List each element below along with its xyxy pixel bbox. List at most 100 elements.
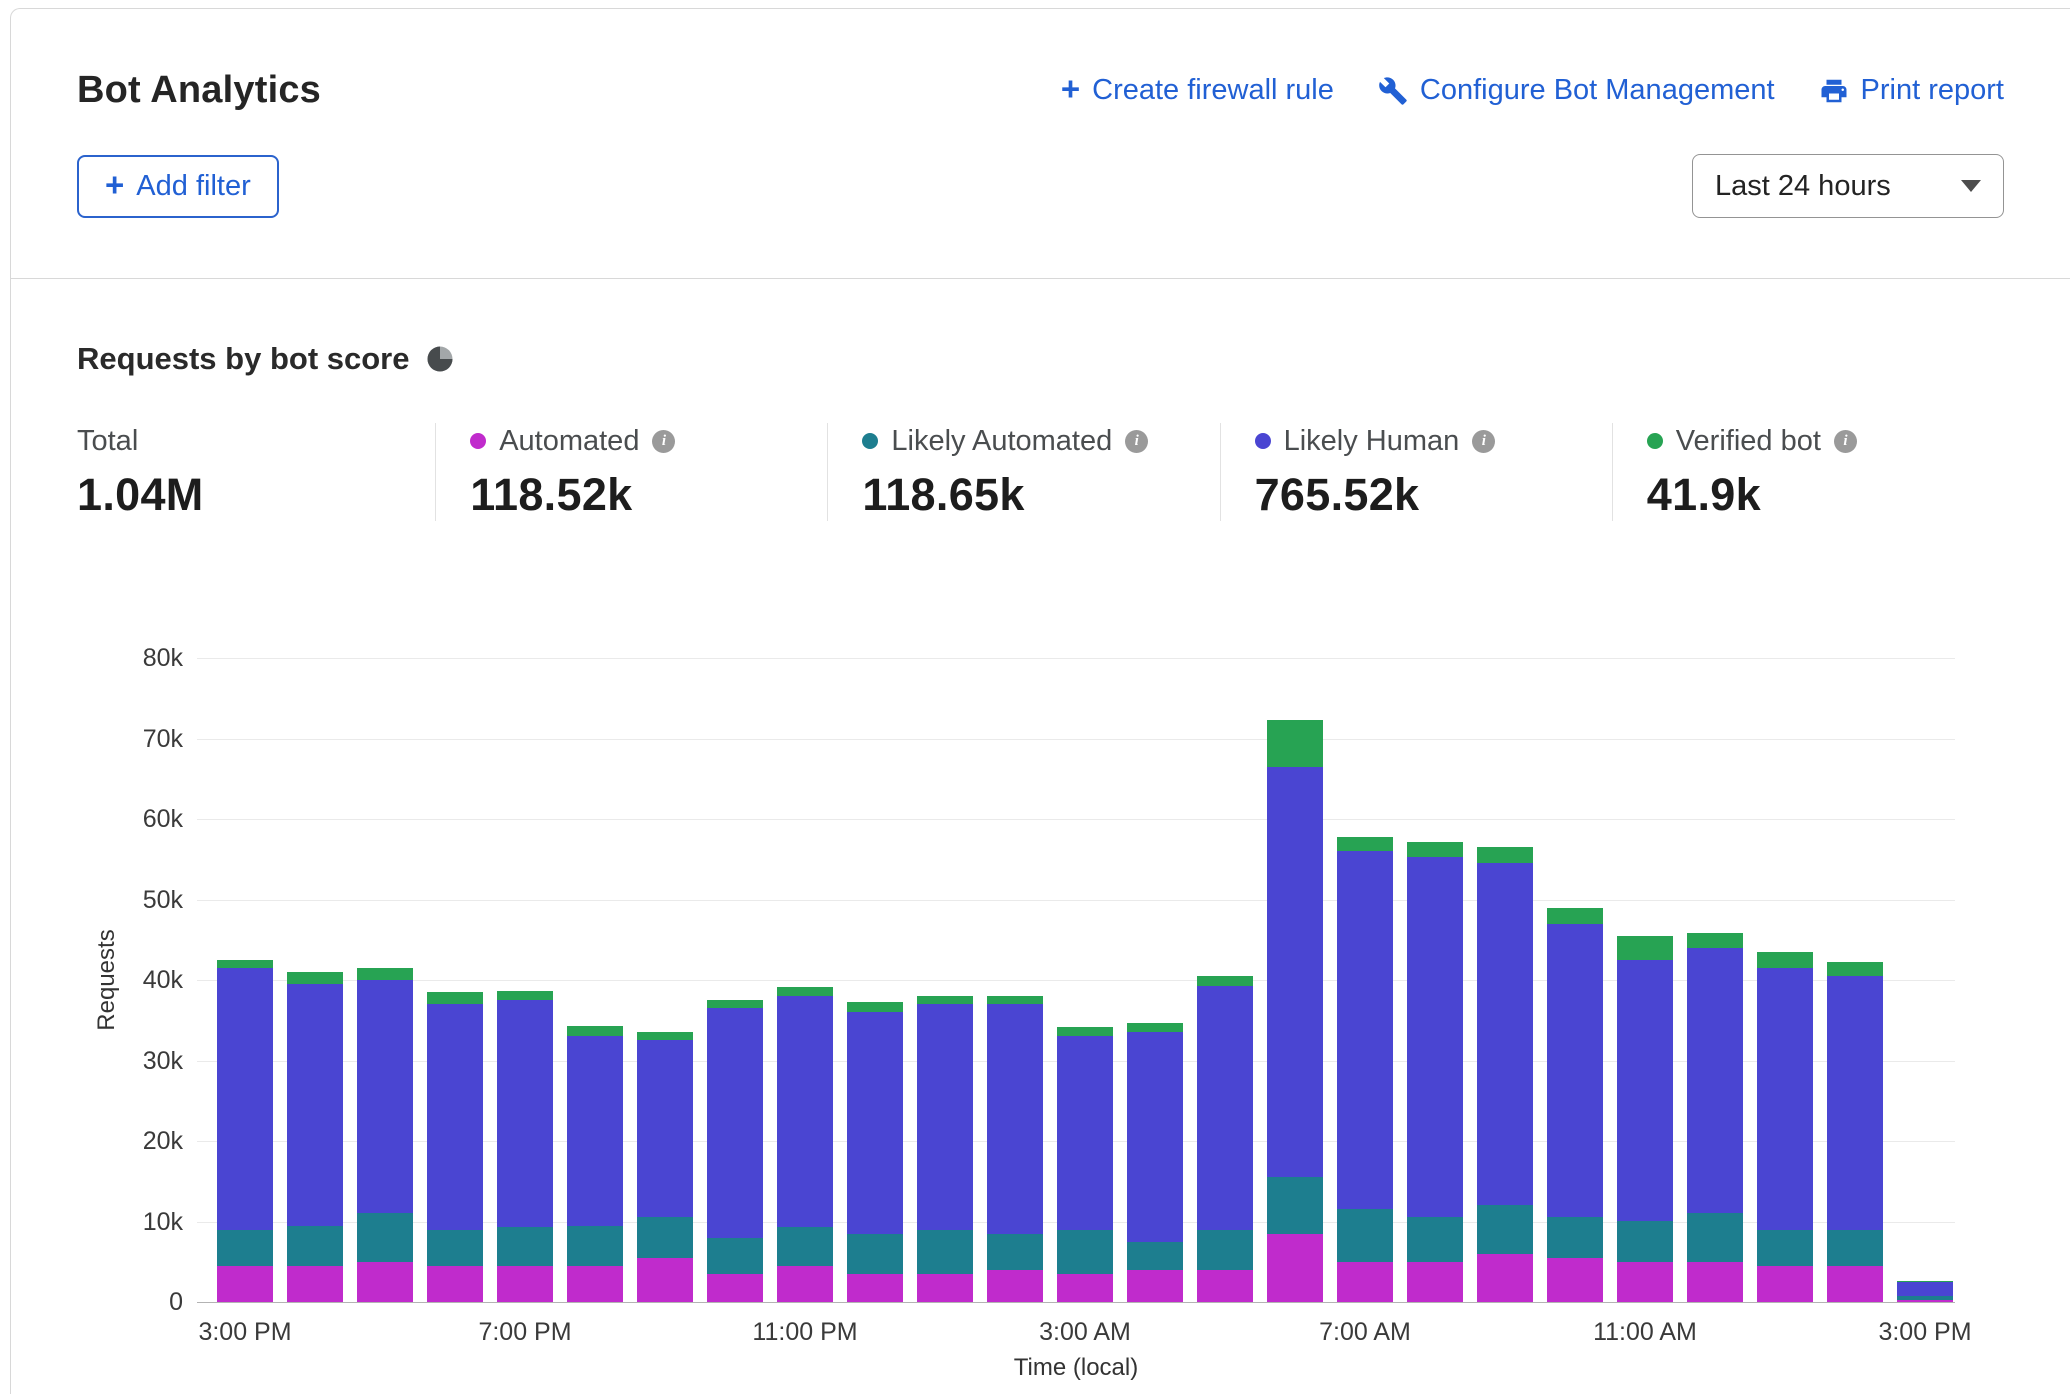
stat-likely-human: Likely Human i 765.52k (1220, 423, 1612, 521)
bar-segment-verified-bot (1827, 962, 1883, 977)
bar-segment-automated (707, 1274, 763, 1302)
bar-segment-likely-automated (707, 1238, 763, 1274)
plus-icon: + (1061, 72, 1080, 105)
header-actions: + Create firewall rule Configure Bot Man… (1061, 74, 2004, 107)
time-range-value: Last 24 hours (1715, 170, 1891, 203)
bar-segment-automated (777, 1266, 833, 1302)
bar-segment-likely-automated (497, 1227, 553, 1266)
bot-analytics-page: Bot Analytics + Create firewall rule Con… (0, 0, 2070, 1394)
bar-16: 7:00 AM (1337, 837, 1393, 1302)
bar-segment-automated (287, 1266, 343, 1302)
bar-segment-verified-bot (287, 972, 343, 984)
bar-segment-verified-bot (1477, 847, 1533, 863)
stat-automated-label: Automated (499, 425, 639, 458)
bar-2 (357, 968, 413, 1302)
header: Bot Analytics + Create firewall rule Con… (11, 9, 2070, 278)
bar-segment-likely-automated (1337, 1209, 1393, 1261)
bar-segment-likely-automated (1197, 1230, 1253, 1270)
bar-segment-automated (357, 1262, 413, 1302)
bar-segment-verified-bot (1617, 936, 1673, 960)
printer-icon (1819, 76, 1849, 106)
bar-segment-automated (567, 1266, 623, 1302)
bar-segment-likely-automated (1477, 1205, 1533, 1253)
x-tick-label: 11:00 AM (1593, 1318, 1697, 1347)
bar-19 (1547, 908, 1603, 1302)
bar-segment-verified-bot (1057, 1027, 1113, 1037)
time-range-select[interactable]: Last 24 hours (1692, 154, 2004, 218)
bar-7 (707, 1000, 763, 1302)
y-tick-label: 10k (11, 1207, 183, 1237)
bar-segment-likely-automated (217, 1230, 273, 1266)
add-filter-button[interactable]: + Add filter (77, 155, 279, 218)
bar-segment-verified-bot (707, 1000, 763, 1008)
x-tick-label: 7:00 PM (478, 1318, 571, 1347)
plus-icon: + (105, 168, 124, 201)
bar-segment-automated (1267, 1234, 1323, 1302)
bar-segment-automated (1827, 1266, 1883, 1302)
y-tick-label: 70k (11, 724, 183, 754)
y-tick-label: 30k (11, 1046, 183, 1076)
stat-likely-human-value: 765.52k (1255, 469, 1592, 521)
bar-segment-likely-automated (1127, 1242, 1183, 1270)
info-icon[interactable]: i (1472, 430, 1495, 453)
bar-6 (637, 1032, 693, 1302)
bar-segment-likely-human (1617, 960, 1673, 1222)
y-tick-label: 20k (11, 1126, 183, 1156)
bar-segment-verified-bot (1267, 720, 1323, 767)
stat-verified-bot-label: Verified bot (1676, 425, 1821, 458)
bar-segment-likely-human (707, 1008, 763, 1237)
bar-segment-automated (1197, 1270, 1253, 1302)
bar-segment-likely-automated (1267, 1177, 1323, 1233)
bar-segment-automated (497, 1266, 553, 1302)
stat-likely-human-label: Likely Human (1284, 425, 1460, 458)
bar-10 (917, 996, 973, 1302)
bar-segment-likely-automated (567, 1226, 623, 1266)
bar-segment-likely-automated (427, 1230, 483, 1266)
bar-segment-likely-human (1897, 1282, 1953, 1297)
print-report-link[interactable]: Print report (1819, 74, 2004, 107)
stat-total-label: Total (77, 425, 138, 458)
y-tick-label: 80k (11, 643, 183, 673)
bar-21 (1687, 933, 1743, 1302)
stat-likely-automated: Likely Automated i 118.65k (827, 423, 1219, 521)
bar-segment-likely-human (1407, 857, 1463, 1218)
bar-segment-verified-bot (847, 1002, 903, 1012)
section-title: Requests by bot score (77, 341, 409, 377)
bar-segment-likely-human (1547, 924, 1603, 1218)
info-icon[interactable]: i (1834, 430, 1857, 453)
pie-chart-icon (425, 344, 455, 374)
y-tick-label: 0 (11, 1287, 183, 1317)
bar-segment-likely-human (637, 1040, 693, 1217)
bar-15 (1267, 720, 1323, 1302)
bar-segment-likely-automated (777, 1227, 833, 1266)
info-icon[interactable]: i (652, 430, 675, 453)
create-firewall-rule-link[interactable]: + Create firewall rule (1061, 74, 1334, 107)
bar-14 (1197, 976, 1253, 1302)
bar-segment-likely-human (1057, 1036, 1113, 1229)
bar-segment-likely-automated (637, 1217, 693, 1257)
stat-likely-automated-label: Likely Automated (891, 425, 1112, 458)
bar-17 (1407, 842, 1463, 1302)
bar-23 (1827, 962, 1883, 1302)
bar-segment-likely-human (287, 984, 343, 1226)
bars: 3:00 PM7:00 PM11:00 PM3:00 AM7:00 AM11:0… (217, 658, 1953, 1302)
bar-segment-automated (1757, 1266, 1813, 1302)
bar-segment-likely-human (1127, 1032, 1183, 1241)
bar-segment-automated (1057, 1274, 1113, 1302)
bar-segment-verified-bot (777, 987, 833, 997)
info-icon[interactable]: i (1125, 430, 1148, 453)
bar-segment-verified-bot (497, 991, 553, 1001)
bar-segment-likely-human (357, 980, 413, 1213)
bar-segment-automated (1127, 1270, 1183, 1302)
bar-segment-likely-automated (1057, 1230, 1113, 1274)
wrench-icon (1378, 76, 1408, 106)
configure-bot-management-link[interactable]: Configure Bot Management (1378, 74, 1775, 107)
stat-total: Total 1.04M (77, 423, 435, 521)
x-tick-label: 3:00 PM (1878, 1318, 1971, 1347)
bar-segment-automated (1547, 1258, 1603, 1302)
bar-segment-verified-bot (1687, 933, 1743, 948)
stat-likely-automated-value: 118.65k (862, 469, 1199, 521)
bar-segment-automated (1617, 1262, 1673, 1302)
stat-automated-value: 118.52k (470, 469, 807, 521)
stat-total-value: 1.04M (77, 469, 415, 521)
